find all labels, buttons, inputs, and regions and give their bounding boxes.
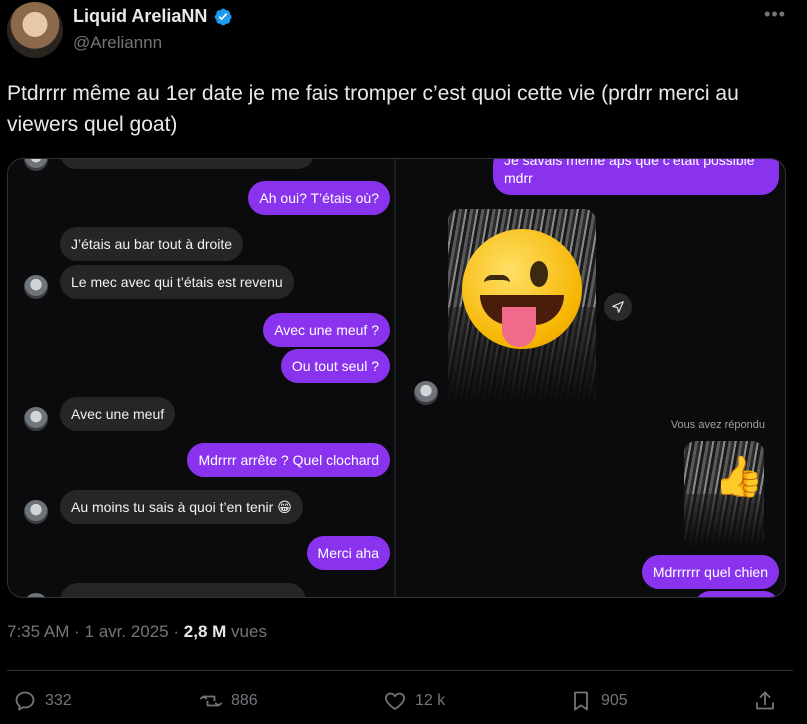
message-bubble-sent: Merci aha	[306, 536, 390, 570]
message-bubble-sent: Ou tout seul ?	[280, 349, 390, 383]
message-bubble-sent: Ah oui? T’étais où?	[248, 181, 390, 215]
message-bubble-received: J’étais au bar tout à droite	[60, 227, 244, 261]
emoji-eye-open	[530, 261, 548, 287]
shared-photo[interactable]	[448, 209, 596, 405]
repost-count: 886	[231, 692, 258, 709]
sender-avatar	[24, 407, 48, 431]
message-bubble-received: Avec une meuf	[60, 397, 176, 431]
tweet-media[interactable]: Ah oui? T’étais où? J’étais au bar tout …	[7, 158, 786, 598]
chat-screenshot-right: Je savais même aps que c’était possible …	[398, 159, 785, 597]
author-avatar[interactable]	[7, 2, 63, 58]
like-count: 12 k	[415, 692, 446, 709]
tweet-date[interactable]: 1 avr. 2025	[85, 622, 169, 641]
repost-icon	[199, 695, 223, 707]
repost-button[interactable]: 886	[199, 689, 258, 713]
chat-screenshot-left: Ah oui? T’étais où? J’étais au bar tout …	[8, 159, 396, 597]
like-button[interactable]: 12 k	[383, 689, 445, 713]
message-bubble-received: Au moins tu sais à quoi t’en tenir 😁	[60, 490, 303, 524]
bookmark-button[interactable]: 905	[569, 689, 628, 713]
message-bubble-received: Le mec avec qui t’étais est revenu	[60, 265, 294, 299]
photo-shadow	[684, 494, 764, 547]
sender-avatar	[24, 500, 48, 524]
tweet-meta: 7:35 AM · 1 avr. 2025 · 2,8 M vues	[7, 622, 267, 642]
views-count: 2,8 M	[183, 622, 227, 641]
sender-avatar	[24, 593, 48, 597]
emoji-tongue	[502, 307, 536, 347]
bookmark-icon	[574, 691, 588, 711]
thumbs-up-emoji-icon: 👍	[714, 455, 764, 499]
message-bubble-sent: Mdrrrrrr quel chien	[641, 555, 779, 589]
upload-share-icon	[756, 691, 774, 710]
reply-icon	[15, 691, 35, 711]
share-icon[interactable]	[604, 293, 632, 321]
meta-separator: ·	[173, 622, 180, 641]
message-bubble-sent: Avec une meuf ?	[263, 313, 390, 347]
meta-separator: ·	[74, 622, 80, 641]
views-label: vues	[231, 622, 267, 641]
verified-badge-icon	[215, 8, 232, 25]
sender-avatar	[24, 159, 48, 171]
message-bubble-cut-bottom	[60, 583, 306, 597]
author-display-name[interactable]: Liquid AreliaNN	[73, 6, 207, 27]
author-handle[interactable]: @Areliannn	[73, 33, 162, 53]
message-bubble-cut-bottom	[695, 591, 779, 597]
emoji-eye-wink	[484, 275, 510, 283]
reply-count: 332	[45, 692, 72, 709]
bookmark-count: 905	[601, 692, 628, 709]
message-bubble-sent: Je savais même aps que c’était possible …	[493, 159, 779, 195]
reply-button[interactable]: 332	[13, 689, 72, 713]
more-options-icon[interactable]: •••	[764, 4, 786, 25]
tweet-time[interactable]: 7:35 AM	[7, 622, 69, 641]
reply-photo-thumbnail[interactable]: 👍	[684, 441, 764, 547]
sender-avatar	[24, 275, 48, 299]
message-bubble-sent: Mdrrrr arrête ? Quel clochard	[187, 443, 390, 477]
action-bar: 332 886 12 k 905	[13, 686, 783, 720]
tweet-header: Liquid AreliaNN @Areliannn •••	[7, 0, 800, 62]
heart-icon	[385, 692, 405, 710]
replied-label: Vous avez répondu	[670, 419, 765, 431]
share-button[interactable]	[753, 689, 777, 713]
tweet-text: Ptdrrrr même au 1er date je me fais trom…	[7, 82, 739, 136]
winking-tongue-emoji-icon	[462, 229, 582, 349]
message-bubble-cut-top	[60, 159, 314, 169]
sender-avatar	[414, 381, 438, 405]
author-name-row: Liquid AreliaNN	[73, 6, 233, 27]
divider	[7, 670, 793, 671]
